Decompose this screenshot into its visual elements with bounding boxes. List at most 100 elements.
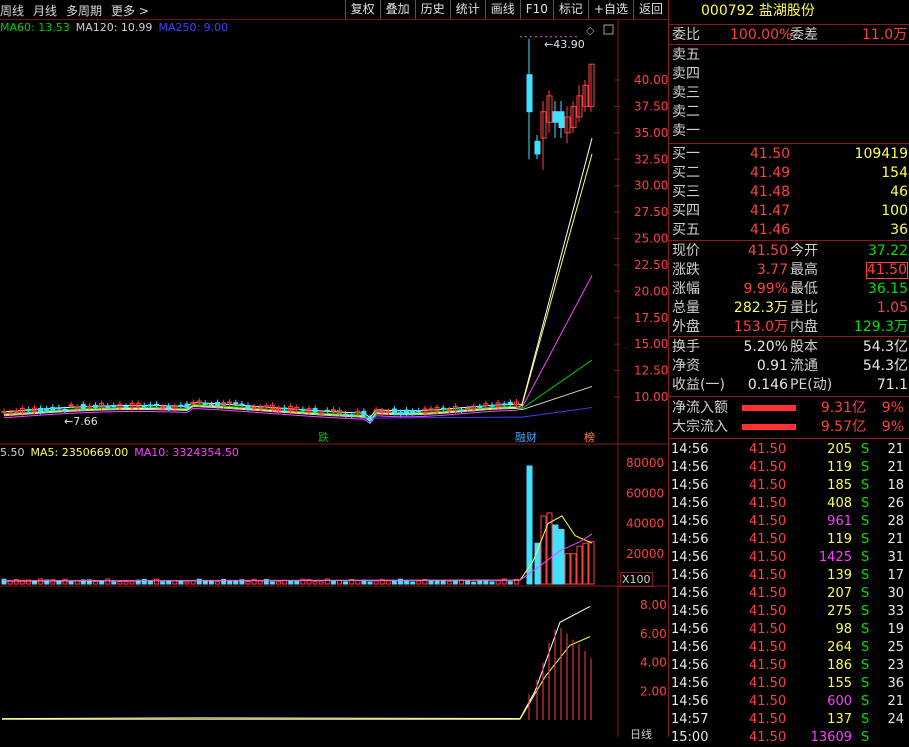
toolbar-button[interactable]: F10	[519, 0, 553, 19]
toolbar-button[interactable]: 历史	[414, 0, 450, 19]
volume-axis-label: 20000	[626, 547, 664, 561]
volume-bar	[257, 580, 263, 585]
tick-row: 14:56 41.50 119 S 21	[671, 532, 904, 547]
volume-legend-item: 5.50	[0, 446, 25, 459]
toolbar-button[interactable]: 标记	[552, 0, 588, 19]
volume-bar	[452, 579, 458, 585]
toolbar-button[interactable]: 返回	[632, 0, 668, 19]
ma-legend-item: MA60: 13.53	[0, 21, 70, 34]
quote-row: 现价 41.50 今开 37.22	[672, 243, 908, 259]
candle	[558, 111, 565, 129]
volume-bar	[312, 580, 318, 585]
quote-row: 外盘 153.0万 内盘 129.3万	[672, 319, 908, 335]
sell-level-row[interactable]: 卖五	[672, 46, 700, 64]
ma10-line	[3, 153, 593, 422]
volume-axis-label: 60000	[626, 486, 664, 500]
tick-row: 15:00 41.50 13609 S	[671, 730, 870, 745]
candle	[300, 408, 306, 411]
tick-row: 14:56 41.50 264 S 25	[671, 640, 904, 655]
period-tabs: 周线 月线 多周期 更多 >	[0, 2, 158, 19]
candle	[446, 409, 452, 412]
toolbar-button[interactable]: 叠加	[379, 0, 415, 19]
weibi-row: 委比 100.00% 委差 11.0万	[672, 27, 908, 43]
candle	[367, 417, 373, 421]
money-flow-row: 净流入额 9.31亿 9%	[672, 400, 904, 416]
volume-bar	[582, 542, 589, 585]
toolbar-button[interactable]: 画线	[484, 0, 520, 19]
volume-bar	[367, 581, 373, 585]
price-axis-label: 30.00	[634, 179, 668, 193]
ma-legend-item: MA250: 9.00	[158, 21, 229, 34]
period-tab[interactable]: 多周期	[66, 4, 102, 18]
candle	[7, 412, 13, 415]
indicator-axis-label: 6.00	[640, 627, 667, 641]
price-axis-label: 35.00	[634, 126, 668, 140]
volume-bar	[147, 580, 153, 585]
candle	[410, 410, 416, 414]
buy-level-row[interactable]: 买五 41.46 36	[672, 221, 908, 239]
candle	[251, 406, 257, 409]
sell-level-row[interactable]: 卖三	[672, 84, 700, 102]
volume-bar	[129, 580, 135, 585]
volume-legend-item: MA10: 3324354.50	[134, 446, 239, 459]
volume-bar	[410, 581, 416, 585]
volume-bar	[440, 580, 446, 585]
toolbar-button[interactable]: 统计	[449, 0, 485, 19]
candle	[465, 407, 471, 410]
volume-bar	[385, 580, 391, 585]
volume-bar	[507, 581, 513, 585]
volume-bar	[471, 581, 477, 585]
candle	[62, 408, 68, 411]
tick-row: 14:56 41.50 207 S 30	[671, 586, 904, 601]
event-tag[interactable]: 跌	[318, 429, 329, 445]
period-tab[interactable]: 周线	[0, 4, 24, 18]
fundamental-row: 净资 0.91 流通 54.3亿	[672, 358, 908, 374]
volume-bar	[1, 578, 7, 585]
candle	[324, 409, 330, 412]
ma5-line	[3, 137, 593, 419]
tick-row: 14:56 41.50 185 S 18	[671, 478, 904, 493]
volume-bar	[288, 580, 294, 585]
sell-level-row[interactable]: 卖一	[672, 122, 700, 140]
indicator-line-2	[2, 636, 591, 720]
buy-level-row[interactable]: 买四 41.47 100	[672, 202, 908, 220]
sell-level-row[interactable]: 卖二	[672, 103, 700, 121]
candle	[80, 403, 86, 409]
volume-bar	[154, 578, 159, 585]
candle	[190, 402, 196, 405]
volume-bar	[99, 580, 105, 585]
low-price-marker: ←7.66	[64, 415, 98, 428]
volume-bar	[324, 578, 330, 585]
period-tab[interactable]: 更多 >	[111, 4, 149, 18]
candle	[13, 410, 19, 413]
toolbar-button[interactable]: +自选	[587, 0, 633, 19]
event-tag[interactable]: 榜	[584, 429, 595, 445]
volume-ma5-line	[1, 515, 593, 582]
window-icon[interactable]	[603, 24, 614, 35]
candle	[477, 406, 483, 409]
volume-bar	[172, 580, 178, 585]
tick-row: 14:56 41.50 408 S 26	[671, 496, 904, 511]
buy-level-row[interactable]: 买一 41.50 109419	[672, 145, 908, 163]
buy-level-row[interactable]: 买三 41.48 46	[672, 183, 908, 201]
high-price-marker: ←43.90	[544, 38, 585, 51]
volume-legend-item: MA5: 2350669.00	[30, 446, 129, 459]
indicator-axis-label: 4.00	[640, 656, 667, 670]
indicator-axis-label: 8.00	[640, 598, 667, 612]
candle	[56, 407, 62, 410]
stock-name: 盐湖股份	[758, 3, 815, 19]
candle	[534, 140, 541, 155]
kline-chart-area[interactable]: 40.00 37.50 35.00 32.50 30.00 27.50 25.00 22.50…	[0, 20, 668, 737]
period-tab[interactable]: 月线	[33, 4, 57, 18]
volume-bar	[269, 581, 275, 585]
event-tag[interactable]: 融财	[515, 429, 537, 445]
candle	[184, 403, 190, 408]
buy-level-row[interactable]: 买二 41.49 154	[672, 164, 908, 182]
volume-bar	[62, 578, 68, 585]
candle	[398, 411, 403, 414]
price-axis-label: 27.50	[634, 205, 668, 219]
diamond-icon[interactable]: ◇	[586, 24, 595, 37]
sell-level-row[interactable]: 卖四	[672, 65, 700, 83]
tick-row: 14:56 41.50 275 S 33	[671, 604, 904, 619]
toolbar-button[interactable]: 复权	[344, 0, 380, 19]
